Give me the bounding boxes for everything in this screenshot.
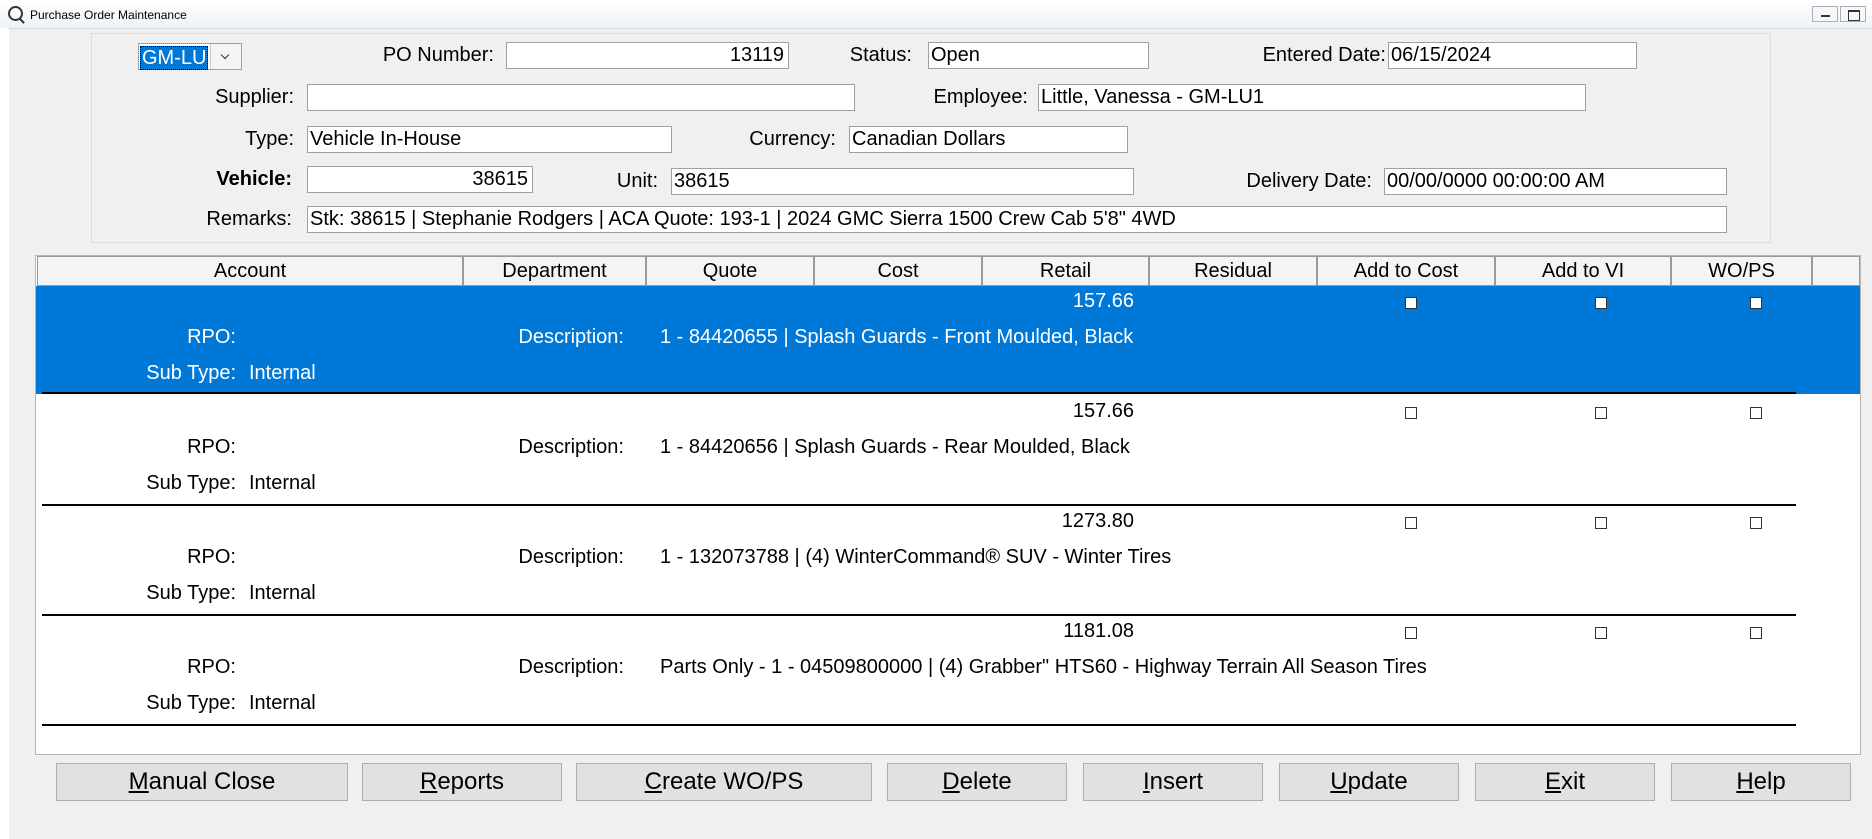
subtype-value: Internal bbox=[249, 362, 316, 384]
help-button[interactable]: Help bbox=[1671, 763, 1851, 801]
vehicle-field[interactable]: 38615 bbox=[307, 166, 533, 193]
description-value: 1 - 84420655 | Splash Guards - Front Mou… bbox=[660, 326, 1134, 348]
dealer-combo[interactable]: GM-LU bbox=[138, 43, 242, 70]
add-to-vi-checkbox[interactable] bbox=[1595, 407, 1607, 419]
col-add-to-cost[interactable]: Add to Cost bbox=[1317, 256, 1495, 286]
dealer-combo-value: GM-LU bbox=[140, 46, 209, 70]
retail-value: 1273.80 bbox=[1061, 510, 1134, 532]
description-value: 1 - 132073788 | (4) WinterCommand® SUV -… bbox=[660, 546, 1172, 568]
row-divider bbox=[42, 392, 1796, 394]
window-left-edge bbox=[0, 28, 9, 839]
description-value: Parts Only - 1 - 04509800000 | (4) Grabb… bbox=[660, 656, 1427, 678]
rpo-label: RPO: bbox=[187, 656, 236, 678]
wops-checkbox[interactable] bbox=[1750, 627, 1762, 639]
app-icon bbox=[8, 6, 23, 21]
table-row[interactable]: 157.66 RPO: Description: 1 - 84420656 | … bbox=[36, 396, 1860, 506]
manual-close-button[interactable]: Manual Close bbox=[56, 763, 348, 801]
subtype-value: Internal bbox=[249, 582, 316, 604]
description-label: Description: bbox=[518, 436, 624, 458]
table-row[interactable]: 1273.80 RPO: Description: 1 - 132073788 … bbox=[36, 506, 1860, 616]
table-row[interactable]: 157.66 RPO: Description: 1 - 84420655 | … bbox=[36, 286, 1860, 394]
type-label: Type: bbox=[245, 128, 294, 150]
delivery-date-label: Delivery Date: bbox=[1246, 170, 1372, 192]
col-department[interactable]: Department bbox=[463, 256, 646, 286]
table-row[interactable]: 1181.08 RPO: Description: Parts Only - 1… bbox=[36, 616, 1860, 726]
wops-checkbox[interactable] bbox=[1750, 407, 1762, 419]
currency-field[interactable]: Canadian Dollars bbox=[849, 126, 1128, 153]
subtype-label: Sub Type: bbox=[146, 582, 236, 604]
add-to-vi-checkbox[interactable] bbox=[1595, 517, 1607, 529]
row-divider bbox=[42, 724, 1796, 726]
po-number-field[interactable]: 13119 bbox=[506, 42, 789, 69]
add-to-cost-checkbox[interactable] bbox=[1405, 297, 1417, 309]
remarks-field[interactable]: Stk: 38615 | Stephanie Rodgers | ACA Quo… bbox=[307, 206, 1727, 233]
add-to-vi-checkbox[interactable] bbox=[1595, 627, 1607, 639]
employee-label: Employee: bbox=[933, 86, 1029, 108]
maximize-button[interactable] bbox=[1840, 6, 1866, 22]
type-field[interactable]: Vehicle In-House bbox=[307, 126, 672, 153]
status-field[interactable]: Open bbox=[928, 42, 1149, 69]
retail-value: 157.66 bbox=[1072, 290, 1134, 312]
retail-value: 1181.08 bbox=[1063, 620, 1134, 642]
rpo-label: RPO: bbox=[187, 546, 236, 568]
create-wops-button[interactable]: Create WO/PS bbox=[576, 763, 872, 801]
unit-label: Unit: bbox=[616, 170, 658, 192]
subtype-value: Internal bbox=[249, 472, 316, 494]
title-bar: Purchase Order Maintenance bbox=[0, 0, 1872, 29]
subtype-label: Sub Type: bbox=[146, 692, 236, 714]
window-title: Purchase Order Maintenance bbox=[30, 8, 187, 22]
reports-button[interactable]: Reports bbox=[362, 763, 562, 801]
insert-button[interactable]: Insert bbox=[1083, 763, 1263, 801]
minimize-button[interactable] bbox=[1812, 6, 1838, 22]
po-number-label: PO Number: bbox=[382, 44, 494, 66]
col-account[interactable]: Account bbox=[37, 256, 463, 286]
description-label: Description: bbox=[518, 656, 624, 678]
status-label: Status: bbox=[849, 44, 912, 66]
col-residual[interactable]: Residual bbox=[1149, 256, 1317, 286]
entered-date-field[interactable]: 06/15/2024 bbox=[1388, 42, 1637, 69]
description-label: Description: bbox=[518, 546, 624, 568]
wops-checkbox[interactable] bbox=[1750, 517, 1762, 529]
subtype-label: Sub Type: bbox=[146, 472, 236, 494]
rpo-label: RPO: bbox=[187, 326, 236, 348]
entered-date-label: Entered Date: bbox=[1262, 44, 1386, 66]
po-lines-grid[interactable]: Account Department Quote Cost Retail Res… bbox=[35, 255, 1861, 755]
update-button[interactable]: Update bbox=[1279, 763, 1459, 801]
col-wops[interactable]: WO/PS bbox=[1671, 256, 1812, 286]
unit-field[interactable]: 38615 bbox=[671, 168, 1134, 195]
subtype-value: Internal bbox=[249, 692, 316, 714]
currency-label: Currency: bbox=[749, 128, 836, 150]
description-value: 1 - 84420656 | Splash Guards - Rear Moul… bbox=[660, 436, 1130, 458]
supplier-field[interactable] bbox=[307, 84, 855, 111]
exit-button[interactable]: Exit bbox=[1475, 763, 1655, 801]
description-label: Description: bbox=[518, 326, 624, 348]
add-to-cost-checkbox[interactable] bbox=[1405, 517, 1417, 529]
add-to-vi-checkbox[interactable] bbox=[1595, 297, 1607, 309]
rpo-label: RPO: bbox=[187, 436, 236, 458]
add-to-cost-checkbox[interactable] bbox=[1405, 407, 1417, 419]
retail-value: 157.66 bbox=[1072, 400, 1134, 422]
col-cost[interactable]: Cost bbox=[814, 256, 982, 286]
delivery-date-field[interactable]: 00/00/0000 00:00:00 AM bbox=[1384, 168, 1727, 195]
chevron-down-icon[interactable] bbox=[210, 44, 241, 69]
delete-button[interactable]: Delete bbox=[887, 763, 1067, 801]
remarks-label: Remarks: bbox=[206, 208, 292, 230]
col-retail[interactable]: Retail bbox=[982, 256, 1149, 286]
subtype-label: Sub Type: bbox=[146, 362, 236, 384]
col-quote[interactable]: Quote bbox=[646, 256, 814, 286]
supplier-label: Supplier: bbox=[215, 86, 294, 108]
wops-checkbox[interactable] bbox=[1750, 297, 1762, 309]
col-spacer bbox=[1812, 256, 1860, 286]
add-to-cost-checkbox[interactable] bbox=[1405, 627, 1417, 639]
col-add-to-vi[interactable]: Add to VI bbox=[1495, 256, 1671, 286]
employee-field[interactable]: Little, Vanessa - GM-LU1 bbox=[1038, 84, 1586, 111]
vehicle-label: Vehicle: bbox=[216, 168, 292, 190]
